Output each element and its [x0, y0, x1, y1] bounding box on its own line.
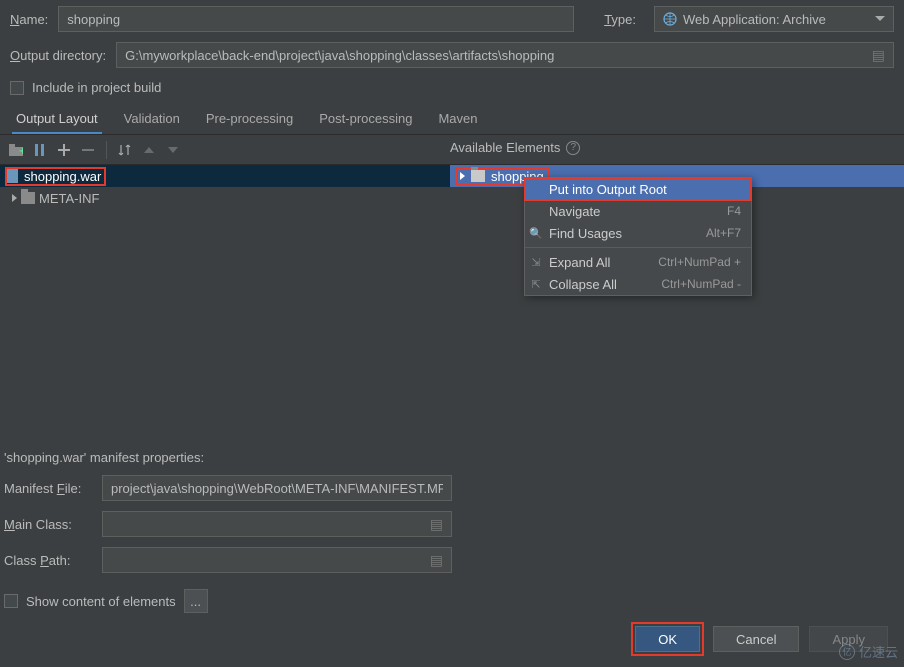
manifest-file-input[interactable]: project\java\shopping\WebRoot\META-INF\M… — [102, 475, 452, 501]
menu-navigate[interactable]: NavigateF4 — [525, 200, 751, 222]
include-build-checkbox[interactable] — [10, 81, 24, 95]
tree-item-metainf[interactable]: META-INF — [0, 187, 450, 209]
move-down-icon[interactable] — [163, 140, 183, 160]
type-label: Type: — [604, 12, 636, 27]
class-path-input[interactable]: ▤ — [102, 547, 452, 573]
expand-icon[interactable] — [460, 172, 465, 180]
browse-icon[interactable]: ▤ — [430, 516, 443, 533]
tree-root-archive[interactable]: shopping.war — [0, 165, 450, 187]
manifest-file-label: Manifest File: — [4, 481, 92, 496]
add-icon[interactable] — [54, 140, 74, 160]
ok-button[interactable]: OK — [635, 626, 700, 652]
menu-collapse-all[interactable]: ⇱ Collapse AllCtrl+NumPad - — [525, 273, 751, 295]
collapse-all-icon: ⇱ — [529, 278, 543, 291]
manifest-file-value: project\java\shopping\WebRoot\META-INF\M… — [111, 481, 443, 496]
archive-icon — [6, 169, 18, 183]
browse-icon[interactable]: ▤ — [872, 47, 885, 64]
browse-icon[interactable]: ▤ — [430, 552, 443, 569]
tab-post-processing[interactable]: Post-processing — [315, 105, 416, 134]
tab-maven[interactable]: Maven — [434, 105, 481, 134]
new-dir-icon[interactable] — [30, 140, 50, 160]
chevron-down-icon — [875, 16, 885, 22]
menu-put-into-output-root[interactable]: Put into Output Root — [525, 178, 751, 200]
main-class-input[interactable]: ▤ — [102, 511, 452, 537]
folder-icon — [21, 192, 35, 204]
menu-expand-all[interactable]: ⇲ Expand AllCtrl+NumPad + — [525, 251, 751, 273]
tabs: Output Layout Validation Pre-processing … — [0, 105, 904, 135]
expand-all-icon: ⇲ — [529, 256, 543, 269]
available-elements-header: Available Elements ? — [450, 140, 580, 155]
output-dir-value: G:\myworkplace\back-end\project\java\sho… — [125, 48, 554, 63]
help-icon[interactable]: ? — [566, 141, 580, 155]
name-input[interactable] — [58, 6, 574, 32]
output-tree[interactable]: shopping.war META-INF — [0, 165, 450, 445]
show-content-config-button[interactable]: ... — [184, 589, 208, 613]
sort-icon[interactable] — [115, 140, 135, 160]
name-label: Name: — [10, 12, 48, 27]
module-icon — [471, 170, 485, 182]
type-value: Web Application: Archive — [683, 12, 826, 27]
expand-icon[interactable] — [12, 194, 17, 202]
manifest-properties-title: 'shopping.war' manifest properties: — [4, 450, 894, 465]
new-folder-icon[interactable]: + — [6, 140, 26, 160]
svg-text:+: + — [19, 144, 23, 156]
tab-validation[interactable]: Validation — [120, 105, 184, 134]
tab-output-layout[interactable]: Output Layout — [12, 105, 102, 134]
output-dir-input[interactable]: G:\myworkplace\back-end\project\java\sho… — [116, 42, 894, 68]
tab-pre-processing[interactable]: Pre-processing — [202, 105, 297, 134]
class-path-label: Class Path: — [4, 553, 92, 568]
show-content-checkbox[interactable] — [4, 594, 18, 608]
context-menu: Put into Output Root NavigateF4 🔍 Find U… — [524, 177, 752, 296]
include-build-label: Include in project build — [32, 80, 161, 95]
watermark: 亿 亿速云 — [839, 642, 898, 661]
web-app-icon — [663, 12, 677, 26]
type-select[interactable]: Web Application: Archive — [654, 6, 894, 32]
cancel-button[interactable]: Cancel — [713, 626, 799, 652]
show-content-label: Show content of elements — [26, 594, 176, 609]
menu-find-usages[interactable]: 🔍 Find UsagesAlt+F7 — [525, 222, 751, 244]
menu-separator — [525, 247, 751, 248]
main-class-label: Main Class: — [4, 517, 92, 532]
remove-icon[interactable] — [78, 140, 98, 160]
output-dir-label: Output directory: — [10, 48, 106, 63]
search-icon: 🔍 — [529, 227, 543, 240]
toolbar-separator — [106, 141, 107, 159]
tree-item-label: META-INF — [39, 191, 99, 206]
move-up-icon[interactable] — [139, 140, 159, 160]
tree-root-label: shopping.war — [24, 169, 101, 184]
